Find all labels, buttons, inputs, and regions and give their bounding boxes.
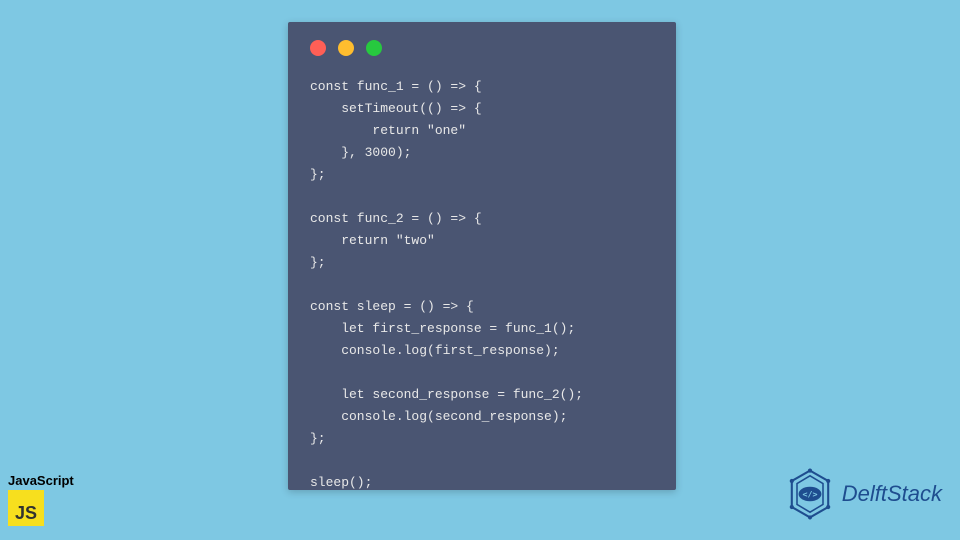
js-logo-text: JS bbox=[15, 503, 37, 524]
code-content: const func_1 = () => { setTimeout(() => … bbox=[310, 76, 654, 494]
code-line: const sleep = () => { bbox=[310, 299, 474, 314]
code-line: sleep(); bbox=[310, 475, 372, 490]
code-line: setTimeout(() => { bbox=[310, 101, 482, 116]
code-line: console.log(first_response); bbox=[310, 343, 560, 358]
code-line: const func_2 = () => { bbox=[310, 211, 482, 226]
svg-text:</>: </> bbox=[802, 489, 817, 499]
window-controls bbox=[310, 40, 654, 56]
javascript-logo-icon: JS bbox=[8, 490, 44, 526]
code-line: console.log(second_response); bbox=[310, 409, 567, 424]
code-line: }; bbox=[310, 431, 326, 446]
javascript-label: JavaScript bbox=[8, 473, 74, 488]
minimize-icon bbox=[338, 40, 354, 56]
code-line: let second_response = func_2(); bbox=[310, 387, 583, 402]
delftstack-logo-icon: </> bbox=[784, 468, 836, 520]
delftstack-name: DelftStack bbox=[842, 481, 942, 507]
code-line: return "one" bbox=[310, 123, 466, 138]
code-window: const func_1 = () => { setTimeout(() => … bbox=[288, 22, 676, 490]
maximize-icon bbox=[366, 40, 382, 56]
code-line: let first_response = func_1(); bbox=[310, 321, 575, 336]
code-line: }, 3000); bbox=[310, 145, 411, 160]
code-line: return "two" bbox=[310, 233, 435, 248]
code-line: }; bbox=[310, 255, 326, 270]
close-icon bbox=[310, 40, 326, 56]
code-line: const func_1 = () => { bbox=[310, 79, 482, 94]
delftstack-brand: </> DelftStack bbox=[784, 468, 942, 520]
javascript-badge: JavaScript JS bbox=[8, 473, 74, 526]
code-line: }; bbox=[310, 167, 326, 182]
